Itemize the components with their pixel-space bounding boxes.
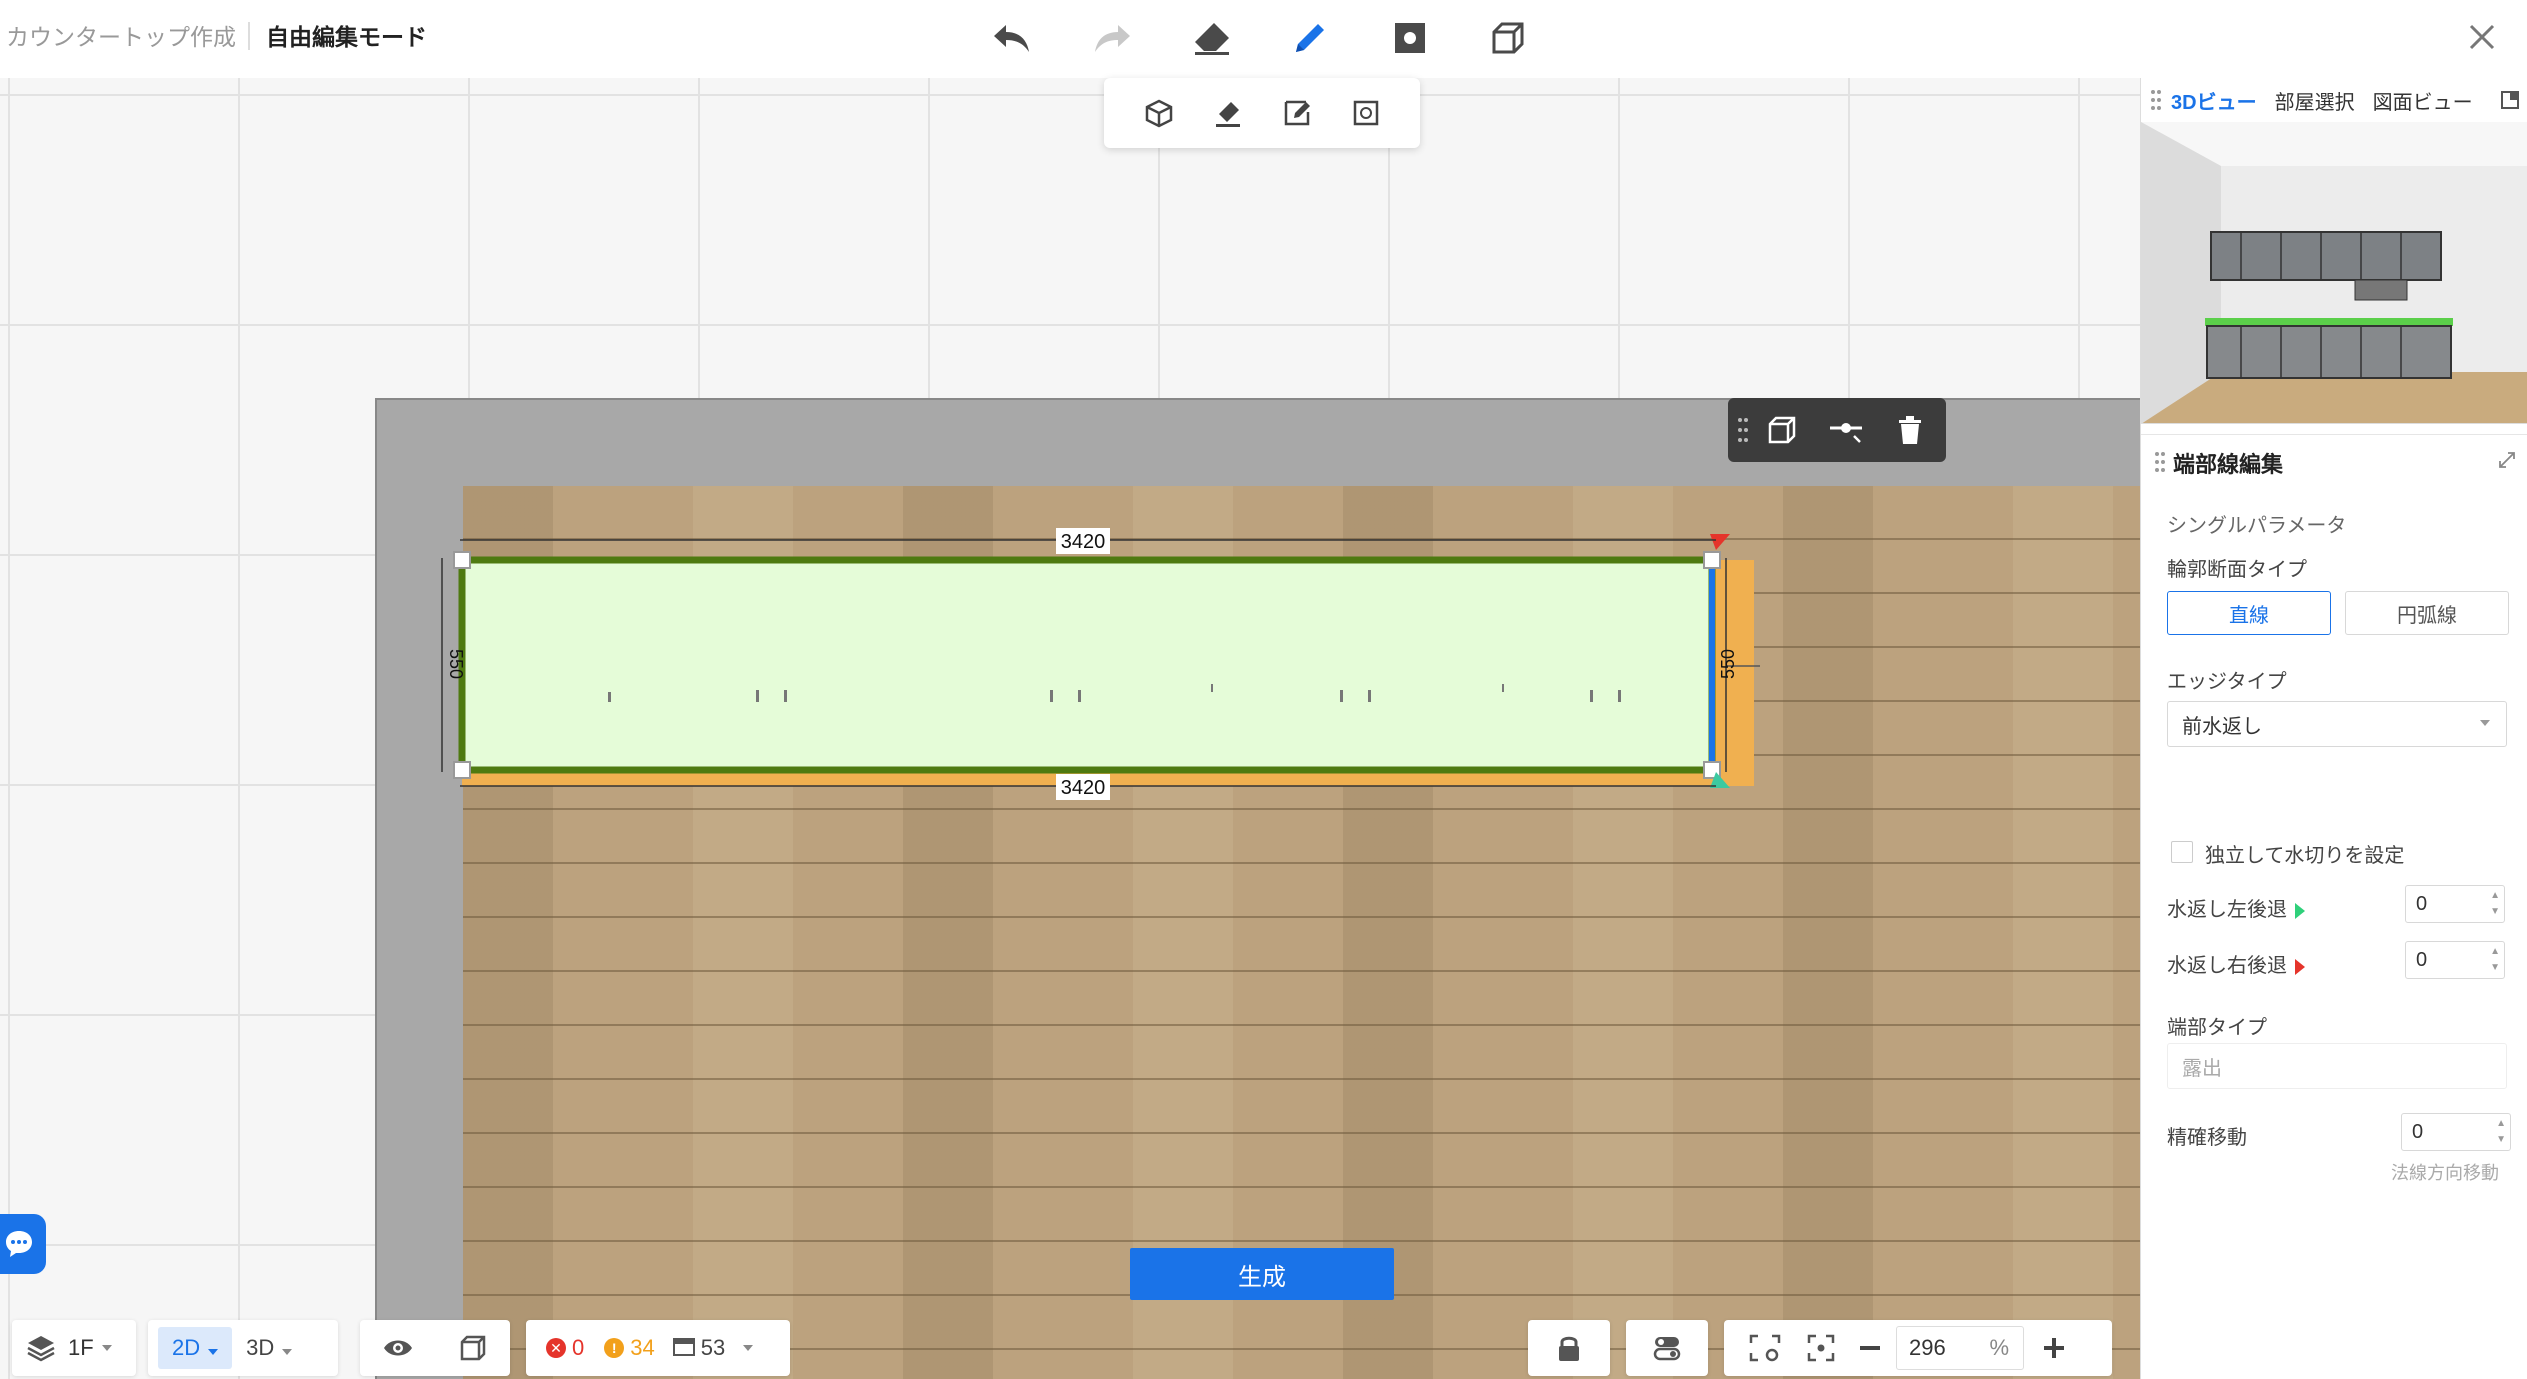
expand-icon[interactable] bbox=[2498, 451, 2516, 474]
left-back-input[interactable]: 0 ▲ ▼ bbox=[2405, 885, 2505, 923]
generate-button[interactable]: 生成 bbox=[1130, 1248, 1394, 1300]
selection-toolbar bbox=[1728, 398, 1946, 462]
pencil-icon[interactable] bbox=[1282, 10, 1338, 66]
dim-top: 3420 bbox=[1061, 531, 1106, 553]
right-back-input[interactable]: 0 ▲ ▼ bbox=[2405, 941, 2505, 979]
view-tabs: 3Dビュー 部屋選択 図面ビュー bbox=[2141, 78, 2527, 122]
lock-button[interactable] bbox=[1528, 1320, 1610, 1376]
end-type-label: 端部タイプ bbox=[2167, 1017, 2267, 1039]
zoom-out-icon[interactable] bbox=[1858, 1336, 1882, 1360]
chat-icon[interactable] bbox=[0, 1214, 46, 1274]
eraser-icon[interactable] bbox=[1184, 10, 1240, 66]
view-2d-button[interactable]: 2D bbox=[158, 1327, 233, 1369]
left-back-label: 水返し左後退 bbox=[2167, 893, 2305, 922]
layers-icon bbox=[27, 1336, 55, 1362]
profile-straight-option[interactable]: 直線 bbox=[2167, 591, 2331, 635]
tab-3d-view[interactable]: 3Dビュー bbox=[2171, 86, 2257, 115]
chevron-down-icon bbox=[2480, 720, 2490, 726]
cube-view-icon[interactable] bbox=[458, 1333, 488, 1363]
lock-icon bbox=[1559, 1336, 1579, 1361]
toggle-settings-button[interactable] bbox=[1626, 1320, 1708, 1376]
tab-plan-view[interactable]: 図面ビュー bbox=[2373, 86, 2473, 115]
independent-drip-checkbox[interactable] bbox=[2171, 841, 2193, 863]
edge-line-edit-panel: 端部線編集 シングルパラメータ 輪郭断面タイプ 直線 円弧線 エッジタイプ 前水… bbox=[2141, 434, 2527, 1379]
item-count: 53 bbox=[700, 1335, 726, 1360]
view-settings-icon[interactable] bbox=[1748, 1333, 1782, 1363]
redo-icon[interactable] bbox=[1084, 10, 1140, 66]
zoom-in-icon[interactable] bbox=[2042, 1336, 2066, 1360]
drag-handle-icon[interactable] bbox=[1738, 416, 1748, 444]
error-count: 0 bbox=[572, 1335, 585, 1360]
design-canvas[interactable]: 3420 3420 550 550 bbox=[0, 78, 2140, 1379]
edge-type-value: 前水返し bbox=[2182, 715, 2262, 738]
warning-count: 34 bbox=[630, 1335, 655, 1360]
box-3d-icon[interactable] bbox=[1758, 406, 1806, 454]
status-counters[interactable]: ✕ 0 ! 34 53 bbox=[526, 1320, 790, 1376]
breadcrumb-divider bbox=[248, 22, 250, 50]
edge-type-label: エッジタイプ bbox=[2167, 671, 2287, 693]
floor-label: 1F bbox=[68, 1335, 94, 1360]
edit-shape-icon[interactable] bbox=[1274, 90, 1320, 136]
refresh-frame-icon[interactable] bbox=[1343, 90, 1389, 136]
brush-icon[interactable] bbox=[1205, 90, 1251, 136]
trash-icon[interactable] bbox=[1886, 406, 1934, 454]
normal-move-label: 法線方向移動 bbox=[2391, 1163, 2499, 1183]
top-bar: カウンタートップ作成 自由編集モード bbox=[0, 0, 2527, 78]
split-line-icon[interactable] bbox=[1822, 406, 1870, 454]
shape-fill-icon[interactable] bbox=[1382, 10, 1438, 66]
countertop-surface bbox=[458, 556, 1716, 774]
undo-icon[interactable] bbox=[984, 10, 1040, 66]
end-type-value: 露出 bbox=[2182, 1057, 2222, 1080]
single-param-label: シングルパラメータ bbox=[2167, 515, 2347, 537]
edit-sub-toolbar bbox=[1104, 78, 1420, 148]
profile-arc-option[interactable]: 円弧線 bbox=[2345, 591, 2509, 635]
breadcrumb-countertop[interactable]: カウンタートップ作成 bbox=[6, 18, 236, 52]
cube-icon[interactable] bbox=[1136, 90, 1182, 136]
warning-icon: ! bbox=[604, 1338, 625, 1358]
edge-type-select[interactable]: 前水返し bbox=[2167, 701, 2507, 747]
3d-preview[interactable] bbox=[2141, 122, 2527, 424]
dim-bottom: 3420 bbox=[1061, 777, 1106, 799]
drag-handle-icon[interactable] bbox=[2141, 89, 2171, 111]
item-list-icon bbox=[672, 1338, 695, 1356]
zoom-controls: 296 % bbox=[1724, 1320, 2112, 1376]
visibility-group bbox=[360, 1320, 510, 1376]
close-icon[interactable] bbox=[2455, 10, 2509, 64]
fine-move-label: 精確移動 bbox=[2167, 1127, 2247, 1149]
fine-move-input[interactable]: 0 ▲ ▼ bbox=[2401, 1113, 2511, 1151]
drag-handle-icon[interactable] bbox=[2155, 451, 2165, 478]
right-panel: 3Dビュー 部屋選択 図面ビュー 端部線編集 シングルパラメータ 輪郭断面タイプ… bbox=[2140, 78, 2527, 1379]
right-back-label: 水返し右後退 bbox=[2167, 949, 2305, 978]
toggle-icon bbox=[1653, 1337, 1681, 1361]
dim-right: 550 bbox=[1718, 649, 1738, 679]
independent-drip-label: 独立して水切りを設定 bbox=[2205, 845, 2405, 867]
panel-title: 端部線編集 bbox=[2173, 452, 2284, 477]
box-3d-icon[interactable] bbox=[1480, 10, 1536, 66]
floor-selector[interactable]: 1F bbox=[12, 1320, 136, 1376]
breadcrumb-free-edit: 自由編集モード bbox=[266, 24, 427, 50]
popout-icon[interactable] bbox=[2500, 90, 2520, 110]
zoom-input[interactable]: 296 % bbox=[1896, 1326, 2024, 1370]
eye-icon[interactable] bbox=[382, 1336, 414, 1360]
end-type-select: 露出 bbox=[2167, 1043, 2507, 1089]
profile-type-label: 輪郭断面タイプ bbox=[2167, 559, 2307, 581]
fit-view-icon[interactable] bbox=[1806, 1333, 1836, 1363]
tab-room-select[interactable]: 部屋選択 bbox=[2275, 86, 2355, 115]
view-3d-button[interactable]: 3D bbox=[246, 1335, 293, 1361]
dim-left: 550 bbox=[446, 649, 466, 679]
countertop-drawing[interactable]: 3420 3420 550 550 bbox=[420, 448, 1760, 868]
view-mode-switch: 2D 3D bbox=[148, 1320, 338, 1376]
error-icon: ✕ bbox=[546, 1338, 566, 1358]
